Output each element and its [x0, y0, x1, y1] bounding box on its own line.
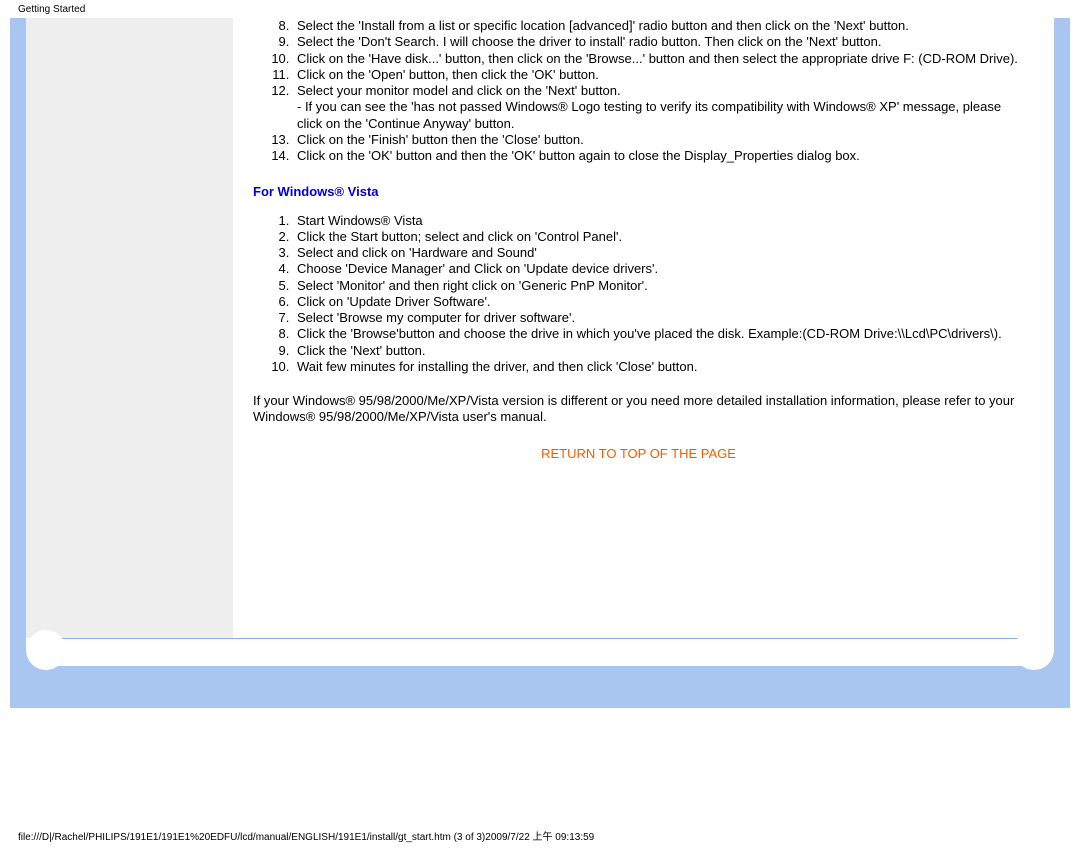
footer-path: file:///D|/Rachel/PHILIPS/191E1/191E1%20… [0, 708, 1080, 843]
instruction-item: Click on the 'Have disk...' button, then… [293, 51, 1024, 67]
sidebar [26, 18, 233, 638]
instruction-item: Select the 'Install from a list or speci… [293, 18, 1024, 34]
instruction-item: Click on the 'OK' button and then the 'O… [293, 148, 1024, 164]
instruction-item: Select the 'Don't Search. I will choose … [293, 34, 1024, 50]
instruction-item: Click the Start button; select and click… [293, 229, 1024, 245]
instruction-item: Select 'Monitor' and then right click on… [293, 278, 1024, 294]
content-panel: Select the 'Install from a list or speci… [26, 18, 1054, 666]
main-content: Select the 'Install from a list or speci… [233, 18, 1054, 666]
instruction-list-xp: Select the 'Install from a list or speci… [253, 18, 1024, 164]
instruction-item: Click on the 'Finish' button then the 'C… [293, 132, 1024, 148]
instruction-item: Click on 'Update Driver Software'. [293, 294, 1024, 310]
instruction-item: Click on the 'Open' button, then click t… [293, 67, 1024, 83]
instruction-item: Wait few minutes for installing the driv… [293, 359, 1024, 375]
instruction-list-vista: Start Windows® VistaClick the Start butt… [253, 213, 1024, 376]
instruction-item: Click the 'Next' button. [293, 343, 1024, 359]
return-to-top-link[interactable]: RETURN TO TOP OF THE PAGE [253, 446, 1024, 462]
instruction-item: Click the 'Browse'button and choose the … [293, 326, 1024, 342]
instruction-item: Select 'Browse my computer for driver so… [293, 310, 1024, 326]
instruction-item: Select your monitor model and click on t… [293, 83, 1024, 132]
vista-heading: For Windows® Vista [253, 184, 1024, 200]
page-header: Getting Started [0, 0, 1080, 18]
instruction-item: Start Windows® Vista [293, 213, 1024, 229]
return-to-top-label: RETURN TO TOP OF THE PAGE [541, 446, 736, 461]
note-paragraph: If your Windows® 95/98/2000/Me/XP/Vista … [253, 393, 1024, 426]
rounded-corner-right [1032, 648, 1054, 670]
page-title: Getting Started [18, 4, 85, 15]
instruction-item: Choose 'Device Manager' and Click on 'Up… [293, 261, 1024, 277]
rounded-corner-left [26, 648, 48, 670]
instruction-item: Select and click on 'Hardware and Sound' [293, 245, 1024, 261]
outer-frame: Select the 'Install from a list or speci… [10, 18, 1070, 708]
divider-line [37, 638, 1043, 639]
